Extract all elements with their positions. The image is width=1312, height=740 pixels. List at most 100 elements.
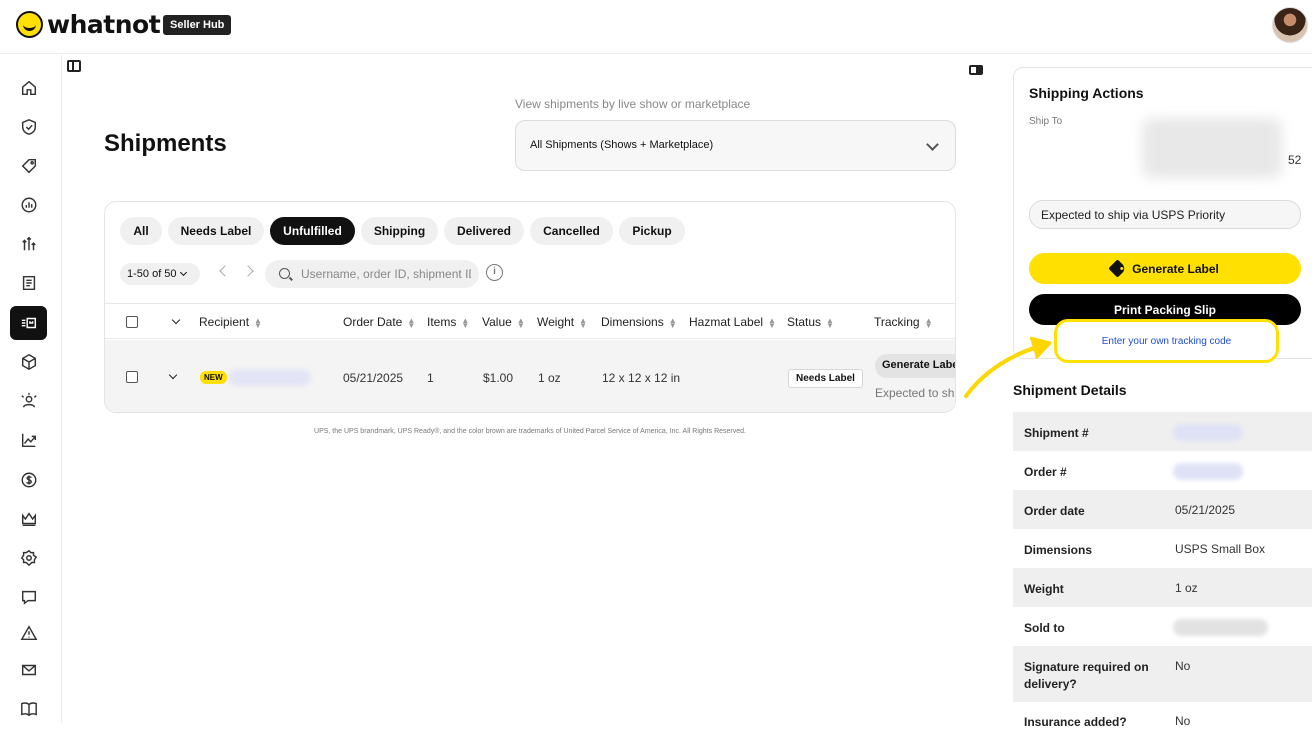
receipt-icon [22, 275, 35, 291]
generate-label-text: Generate Label [1132, 261, 1219, 276]
shipments-table-card: All Needs Label Unfulfilled Shipping Del… [104, 201, 956, 413]
page-range-select[interactable]: 1-50 of 50 [120, 263, 200, 285]
detail-row-insurance: Insurance added? No [1024, 714, 1191, 729]
info-icon[interactable]: i [486, 264, 503, 281]
shipment-source-value: All Shipments (Shows + Marketplace) [530, 139, 714, 151]
trend-up-icon [21, 433, 36, 448]
expand-all-chevron-icon[interactable] [171, 315, 181, 325]
sort-icon: ▲ ▼ [516, 315, 525, 330]
column-recipient[interactable]: Recipient ▲ ▼ [199, 315, 262, 329]
generate-label-button[interactable]: Generate Label [1029, 253, 1301, 284]
sort-icon: ▲ ▼ [768, 315, 776, 330]
sold-to-redacted [1173, 619, 1268, 636]
users-icon [20, 392, 37, 408]
sidebar-item-loyalty[interactable] [10, 502, 47, 536]
sort-icon: ▲ ▼ [579, 315, 588, 330]
tag-icon [1108, 259, 1127, 278]
detail-row-order-number: Order # [1013, 451, 1312, 490]
tab-unfulfilled[interactable]: Unfulfilled [270, 217, 355, 245]
dollar-icon [21, 472, 36, 488]
book-icon [20, 702, 37, 717]
shipments-icon [21, 317, 36, 329]
sidebar-item-orders[interactable] [10, 266, 47, 300]
column-hazmat-label[interactable]: Hazmat Label ▲ ▼ [689, 315, 776, 329]
detail-row-weight: Weight 1 oz [1013, 568, 1312, 607]
filter-label: View shipments by live show or marketpla… [515, 97, 751, 111]
warning-icon [20, 625, 37, 641]
sidebar-item-guides[interactable] [10, 692, 47, 726]
sidebar-item-trust[interactable] [10, 110, 47, 144]
detail-row-order-date: Order date 05/21/2025 [1013, 490, 1312, 529]
search-input[interactable] [301, 266, 471, 282]
whatnot-logo[interactable]: whatnot [16, 10, 161, 39]
tab-pickup[interactable]: Pickup [619, 217, 685, 245]
enter-tracking-code-link[interactable]: Enter your own tracking code [1054, 319, 1279, 363]
sort-icon: ▲ ▼ [407, 315, 416, 330]
shipment-source-select[interactable]: All Shipments (Shows + Marketplace) [515, 120, 956, 171]
table-row[interactable]: NEW 05/21/2025 1 $1.00 1 oz 12 x 12 x 12… [105, 340, 955, 412]
sidebar-item-home[interactable] [10, 71, 47, 105]
sort-icon: ▲ ▼ [254, 315, 262, 330]
detail-row-signature: Signature required on delivery? No [1013, 646, 1312, 702]
ship-to-address-redacted [1142, 118, 1282, 178]
column-order-date[interactable]: Order Date ▲ ▼ [343, 315, 415, 329]
sort-icon: ▲ ▼ [668, 315, 677, 330]
user-avatar[interactable] [1272, 7, 1308, 43]
column-weight[interactable]: Weight ▲ ▼ [537, 315, 587, 329]
box-icon [21, 353, 36, 371]
chart-circle-icon [21, 197, 36, 213]
sort-icon: ▲ ▼ [461, 315, 470, 330]
next-page-icon[interactable] [242, 265, 254, 277]
sidebar-item-payouts[interactable] [10, 463, 47, 497]
row-order-date: 05/21/2025 [343, 371, 404, 385]
column-tracking[interactable]: Tracking ▲ ▼ [874, 315, 933, 329]
sidebar-item-listings[interactable] [10, 149, 47, 183]
tab-needs-label[interactable]: Needs Label [168, 217, 264, 245]
column-value[interactable]: Value ▲ ▼ [482, 315, 525, 329]
chat-icon [21, 590, 36, 605]
row-weight: 1 oz [538, 371, 561, 385]
sidebar-item-settings[interactable] [10, 541, 47, 575]
sidebar-item-insights[interactable] [10, 423, 47, 457]
detail-row-dimensions: Dimensions USPS Small Box [1024, 542, 1266, 557]
tab-all[interactable]: All [120, 217, 162, 245]
chevron-down-icon [926, 138, 939, 151]
row-checkbox[interactable] [126, 371, 138, 383]
logo-mark-icon [16, 10, 43, 38]
sidebar-item-messages[interactable] [10, 580, 47, 614]
tab-cancelled[interactable]: Cancelled [530, 217, 613, 245]
ship-to-label: Ship To [1029, 116, 1063, 127]
search-icon [279, 268, 290, 279]
previous-page-icon[interactable] [219, 265, 231, 277]
arrows-up-icon [21, 236, 36, 251]
row-expand-chevron-icon[interactable] [168, 370, 178, 380]
new-badge: NEW [200, 371, 227, 384]
tab-shipping[interactable]: Shipping [361, 217, 438, 245]
crown-icon [21, 512, 36, 527]
panel-toggle-icon[interactable] [969, 65, 983, 75]
status-badge: Needs Label [788, 369, 863, 388]
sidebar-item-community[interactable] [10, 384, 47, 418]
column-dimensions[interactable]: Dimensions ▲ ▼ [601, 315, 677, 329]
recipient-redacted [229, 369, 311, 386]
tab-delivered[interactable]: Delivered [444, 217, 524, 245]
sidebar-item-shipments[interactable] [10, 306, 47, 340]
sidebar-item-inventory[interactable] [10, 345, 47, 379]
detail-row-sold-to: Sold to [1013, 607, 1312, 646]
table-header: Recipient ▲ ▼ Order Date ▲ ▼ Items ▲ ▼ Value ▲ ▼… [105, 303, 955, 339]
sidebar-item-alerts[interactable] [10, 616, 47, 650]
sidebar-item-boost[interactable] [10, 227, 47, 261]
row-items: 1 [427, 371, 434, 385]
column-items[interactable]: Items ▲ ▼ [427, 315, 469, 329]
sidebar-item-inbox[interactable] [10, 653, 47, 687]
select-all-checkbox[interactable] [126, 316, 138, 328]
shipping-actions-title: Shipping Actions [1029, 85, 1144, 101]
detail-row-shipment-number: Shipment # [1013, 412, 1312, 451]
ship-to-address-fragment: 52 [1288, 153, 1302, 167]
sidebar-item-analytics[interactable] [10, 188, 47, 222]
sidebar-collapse-icon[interactable] [67, 60, 81, 72]
chevron-down-icon [179, 268, 187, 277]
row-generate-label-button[interactable]: Generate Label [875, 354, 955, 378]
shipment-details-title: Shipment Details [1013, 382, 1127, 398]
column-status[interactable]: Status ▲ ▼ [787, 315, 834, 329]
